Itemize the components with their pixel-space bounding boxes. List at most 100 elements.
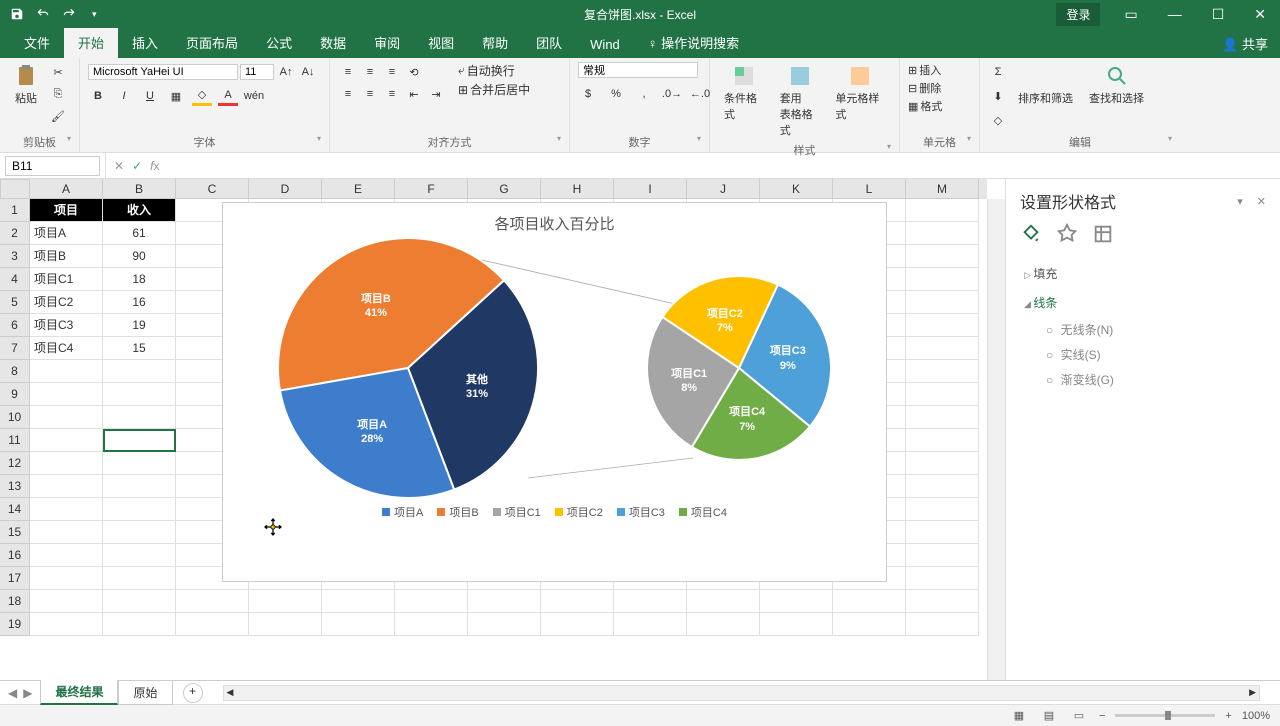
cond-format-button[interactable]: 条件格式 — [718, 62, 770, 124]
minimize-icon[interactable]: — — [1154, 2, 1196, 26]
cell[interactable] — [906, 383, 979, 406]
autosum-icon[interactable]: Σ — [988, 62, 1008, 82]
cell-styles-button[interactable]: 单元格样式 — [829, 62, 891, 124]
sort-filter-button[interactable]: 排序和筛选 — [1012, 62, 1079, 108]
inc-decimal-icon[interactable]: .0→ — [662, 84, 682, 104]
cell[interactable] — [906, 337, 979, 360]
page-layout-icon[interactable]: ▤ — [1039, 709, 1059, 722]
cell[interactable]: 18 — [103, 268, 176, 291]
qat-dropdown-icon[interactable]: ▾ — [92, 9, 97, 20]
cell[interactable] — [833, 590, 906, 613]
table-format-button[interactable]: 套用 表格格式 — [774, 62, 826, 140]
orientation-icon[interactable]: ⟲ — [404, 62, 424, 82]
sheet-tab-2[interactable]: 原始 — [118, 681, 172, 705]
font-color-icon[interactable]: A — [218, 86, 238, 106]
fill-icon[interactable]: ⬇ — [988, 86, 1008, 106]
size-tab-icon[interactable] — [1092, 223, 1114, 245]
fill-line-tab-icon[interactable] — [1020, 223, 1042, 245]
cell[interactable]: 项目C1 — [30, 268, 103, 291]
cell[interactable]: 61 — [103, 222, 176, 245]
opt-gradient[interactable]: 渐变线(G) — [1020, 367, 1266, 392]
cell[interactable] — [906, 268, 979, 291]
cell[interactable] — [395, 590, 468, 613]
cell[interactable] — [30, 498, 103, 521]
cell[interactable]: 收入 — [103, 199, 176, 222]
delete-cells-button[interactable]: ⊟删除 — [908, 80, 941, 96]
tab-formula[interactable]: 公式 — [252, 27, 306, 58]
cell[interactable] — [833, 613, 906, 636]
add-sheet-button[interactable]: + — [183, 683, 203, 703]
grow-font-icon[interactable]: A↑ — [276, 62, 296, 82]
font-size[interactable] — [240, 64, 274, 80]
cell[interactable] — [103, 452, 176, 475]
cell[interactable]: 项目 — [30, 199, 103, 222]
cell[interactable] — [687, 613, 760, 636]
main-pie[interactable]: 项目B41%其他31%项目A28% — [278, 238, 538, 498]
cell[interactable] — [30, 613, 103, 636]
tab-home[interactable]: 开始 — [64, 27, 118, 58]
row-headers[interactable]: 12345678910111213141516171819 — [0, 199, 30, 636]
legend[interactable]: 项目A项目B项目C1项目C2项目C3项目C4 — [223, 504, 886, 520]
cell[interactable] — [541, 613, 614, 636]
cell[interactable] — [906, 452, 979, 475]
cell[interactable] — [614, 590, 687, 613]
comma-icon[interactable]: , — [634, 84, 654, 104]
merge-button[interactable]: ⊞合并后居中 — [458, 81, 530, 98]
tab-review[interactable]: 审阅 — [360, 27, 414, 58]
section-line[interactable]: 线条 — [1020, 288, 1266, 317]
cell[interactable] — [30, 590, 103, 613]
fill-color-icon[interactable]: ◇ — [192, 86, 212, 106]
cell[interactable] — [30, 406, 103, 429]
cell[interactable] — [103, 383, 176, 406]
effects-tab-icon[interactable] — [1056, 223, 1078, 245]
cell[interactable]: 15 — [103, 337, 176, 360]
cell[interactable] — [906, 245, 979, 268]
share-button[interactable]: 👤 共享 — [1222, 34, 1268, 58]
cell[interactable]: 16 — [103, 291, 176, 314]
chart[interactable]: 各项目收入百分比 项目B41%其他31%项目A28% 项目C39%项目C47%项… — [222, 202, 887, 582]
cell[interactable] — [322, 590, 395, 613]
pane-close-icon[interactable]: ✕ — [1257, 195, 1266, 208]
cell[interactable] — [906, 567, 979, 590]
paste-button[interactable]: 粘贴 — [8, 62, 44, 108]
format-cells-button[interactable]: ▦格式 — [908, 98, 942, 114]
cell[interactable] — [906, 475, 979, 498]
dec-decimal-icon[interactable]: ←.0 — [690, 84, 710, 104]
cell[interactable] — [906, 199, 979, 222]
page-break-icon[interactable]: ▭ — [1069, 709, 1089, 722]
cell[interactable] — [760, 590, 833, 613]
cell[interactable] — [906, 498, 979, 521]
cell[interactable] — [103, 360, 176, 383]
cell[interactable] — [103, 590, 176, 613]
cell[interactable] — [249, 613, 322, 636]
underline-button[interactable]: U — [140, 86, 160, 106]
tellme[interactable]: ♀ 操作说明搜索 — [634, 27, 753, 58]
cell[interactable] — [906, 590, 979, 613]
cell[interactable]: 项目C3 — [30, 314, 103, 337]
opt-noline[interactable]: 无线条(N) — [1020, 317, 1266, 342]
redo-icon[interactable] — [62, 7, 76, 21]
close-icon[interactable]: ✕ — [1240, 2, 1280, 27]
formula-input[interactable] — [167, 156, 1262, 175]
cell[interactable] — [468, 590, 541, 613]
undo-icon[interactable] — [36, 7, 50, 21]
column-headers[interactable]: ABCDEFGHIJKLM — [30, 179, 987, 199]
cell[interactable] — [30, 452, 103, 475]
cell[interactable] — [103, 521, 176, 544]
italic-button[interactable]: I — [114, 86, 134, 106]
section-fill[interactable]: 填充 — [1020, 259, 1266, 288]
cell[interactable] — [103, 567, 176, 590]
currency-icon[interactable]: $ — [578, 84, 598, 104]
cut-icon[interactable]: ✂ — [48, 62, 68, 82]
align-center-icon[interactable]: ≡ — [360, 84, 380, 104]
tab-file[interactable]: 文件 — [10, 27, 64, 58]
name-box[interactable] — [5, 156, 100, 176]
enter-icon[interactable]: ✓ — [132, 159, 142, 173]
tab-data[interactable]: 数据 — [306, 27, 360, 58]
cancel-icon[interactable]: ✕ — [114, 159, 124, 173]
cell[interactable]: 19 — [103, 314, 176, 337]
vertical-scrollbar[interactable] — [987, 199, 1005, 680]
cell[interactable] — [906, 222, 979, 245]
horizontal-scrollbar[interactable] — [223, 685, 1261, 701]
cell[interactable] — [30, 475, 103, 498]
